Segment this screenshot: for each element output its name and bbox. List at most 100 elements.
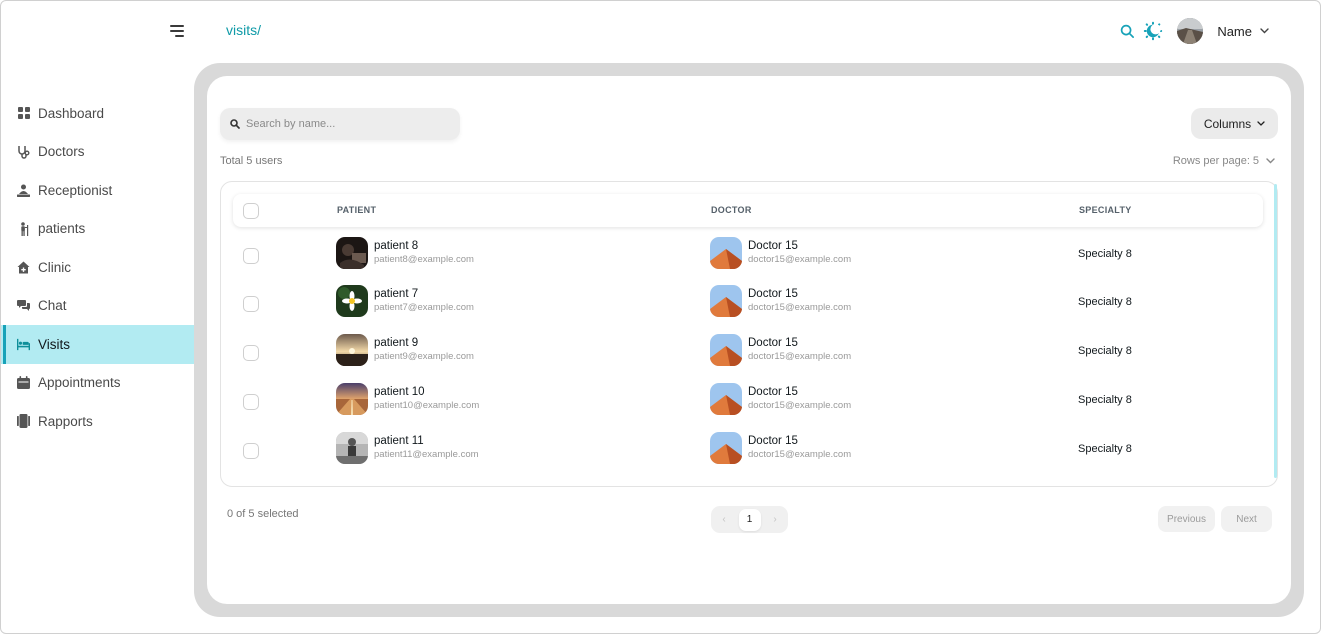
specialty-cell: Specialty 8: [1078, 248, 1132, 260]
patient-name: patient 9: [374, 337, 419, 350]
select-all-checkbox[interactable]: [243, 203, 259, 219]
column-header-specialty[interactable]: SPECIALTY: [1079, 205, 1132, 215]
user-avatar[interactable]: [1177, 18, 1204, 44]
selected-count: 0 of 5 selected: [227, 508, 299, 520]
sidebar-item-label: Receptionist: [38, 182, 113, 198]
pagination-page-button[interactable]: 1: [738, 508, 761, 531]
sidebar: Dashboard Doctors Receptionist patients …: [0, 94, 194, 441]
doctor-cell: Doctor 15 doctor15@example.com: [710, 432, 851, 464]
chat-icon: [17, 299, 30, 313]
table-header: PATIENT DOCTOR SPECIALTY: [233, 194, 1263, 227]
doctor-email: doctor15@example.com: [748, 301, 852, 313]
patient-email: patient7@example.com: [374, 301, 474, 313]
row-checkbox[interactable]: [243, 296, 259, 312]
total-users-count: Total 5 users: [220, 155, 283, 167]
patient-cell: patient 7 patient7@example.com: [336, 285, 474, 317]
sidebar-item-label: patients: [38, 221, 86, 237]
doctor-avatar: [710, 334, 742, 366]
rows-per-page: Rows per page: 5: [1173, 155, 1275, 167]
sidebar-item-appointments[interactable]: Appointments: [0, 364, 194, 403]
doctor-name: Doctor 15: [748, 435, 798, 448]
next-button[interactable]: Next: [1221, 506, 1272, 532]
specialty-cell: Specialty 8: [1078, 345, 1132, 357]
patient-avatar: [336, 432, 368, 464]
column-header-doctor[interactable]: DOCTOR: [711, 205, 752, 215]
doctor-cell: Doctor 15 doctor15@example.com: [710, 237, 851, 269]
patient-avatar: [336, 237, 368, 269]
patient-avatar: [336, 383, 368, 415]
pagination: ‹ 1 ›: [711, 506, 788, 533]
calendar-icon: [17, 376, 30, 390]
doctor-email: doctor15@example.com: [748, 253, 852, 265]
sidebar-item-label: Dashboard: [38, 105, 105, 121]
sidebar-item-clinic[interactable]: Clinic: [0, 248, 194, 287]
sidebar-item-label: Doctors: [38, 144, 85, 160]
patient-icon: [17, 221, 30, 236]
menu-toggle-icon[interactable]: [170, 24, 186, 38]
specialty-cell: Specialty 8: [1078, 394, 1132, 406]
doctor-avatar: [710, 432, 742, 464]
patient-email: patient8@example.com: [374, 253, 474, 265]
chevron-down-icon: [1257, 121, 1265, 126]
doctor-name: Doctor 15: [748, 337, 798, 350]
doctor-name: Doctor 15: [748, 288, 798, 301]
previous-button[interactable]: Previous: [1158, 506, 1215, 532]
sidebar-item-label: Appointments: [38, 375, 121, 391]
sidebar-item-patients[interactable]: patients: [0, 210, 194, 249]
sidebar-item-visits[interactable]: Visits: [0, 325, 194, 364]
row-checkbox[interactable]: [243, 345, 259, 361]
clinic-icon: [17, 260, 30, 274]
doctor-email: doctor15@example.com: [748, 399, 852, 411]
search-input[interactable]: [246, 118, 446, 130]
table-row[interactable]: patient 8 patient8@example.com Doctor 15…: [221, 232, 1277, 281]
specialty-cell: Specialty 8: [1078, 296, 1132, 308]
columns-button[interactable]: Columns: [1191, 108, 1278, 139]
table-row[interactable]: patient 9 patient9@example.com Doctor 15…: [221, 329, 1277, 378]
breadcrumb[interactable]: visits/: [226, 22, 261, 38]
patient-cell: patient 8 patient8@example.com: [336, 237, 474, 269]
user-name[interactable]: Name: [1217, 24, 1252, 39]
chevron-down-icon[interactable]: [1260, 28, 1269, 34]
patient-email: patient10@example.com: [374, 399, 480, 411]
patient-email: patient11@example.com: [374, 448, 479, 460]
patient-name: patient 10: [374, 386, 425, 399]
sidebar-item-dashboard[interactable]: Dashboard: [0, 94, 194, 133]
pagination-next-icon[interactable]: ›: [770, 514, 780, 525]
table-row[interactable]: patient 7 patient7@example.com Doctor 15…: [221, 280, 1277, 329]
rows-per-page-label: Rows per page:: [1172, 155, 1250, 167]
doctor-email: doctor15@example.com: [748, 350, 852, 362]
doctor-avatar: [710, 237, 742, 269]
doctor-name: Doctor 15: [748, 386, 798, 399]
sidebar-item-rapports[interactable]: Rapports: [0, 402, 194, 441]
search-icon[interactable]: [1117, 21, 1137, 41]
patient-name: patient 8: [374, 240, 419, 253]
doctor-cell: Doctor 15 doctor15@example.com: [710, 334, 851, 366]
report-icon: [17, 414, 30, 429]
row-checkbox[interactable]: [243, 248, 259, 264]
bed-icon: [17, 337, 30, 351]
patient-cell: patient 9 patient9@example.com: [336, 334, 474, 366]
theme-toggle-icon[interactable]: [1143, 21, 1163, 41]
column-header-patient[interactable]: PATIENT: [337, 205, 376, 215]
sidebar-item-label: Rapports: [38, 413, 93, 429]
sidebar-item-chat[interactable]: Chat: [0, 287, 194, 326]
doctor-name: Doctor 15: [748, 240, 798, 253]
sidebar-item-doctors[interactable]: Doctors: [0, 133, 194, 172]
rows-per-page-select[interactable]: 5: [1253, 155, 1275, 167]
patient-cell: patient 11 patient11@example.com: [336, 432, 479, 464]
table-row[interactable]: patient 11 patient11@example.com Doctor …: [221, 427, 1277, 476]
pagination-prev-icon[interactable]: ‹: [719, 514, 729, 525]
search-field[interactable]: [220, 108, 460, 140]
patient-name: patient 11: [374, 435, 424, 448]
rows-per-page-value: 5: [1252, 155, 1259, 167]
doctor-avatar: [710, 285, 742, 317]
row-checkbox[interactable]: [243, 443, 259, 459]
row-checkbox[interactable]: [243, 394, 259, 410]
sidebar-item-receptionist[interactable]: Receptionist: [0, 171, 194, 210]
doctor-cell: Doctor 15 doctor15@example.com: [710, 285, 851, 317]
doctor-email: doctor15@example.com: [748, 448, 852, 460]
visits-table: PATIENT DOCTOR SPECIALTY patient 8 patie…: [220, 181, 1278, 487]
table-row[interactable]: patient 10 patient10@example.com Doctor …: [221, 378, 1277, 427]
patient-name: patient 7: [374, 288, 419, 301]
search-icon: [230, 119, 240, 129]
